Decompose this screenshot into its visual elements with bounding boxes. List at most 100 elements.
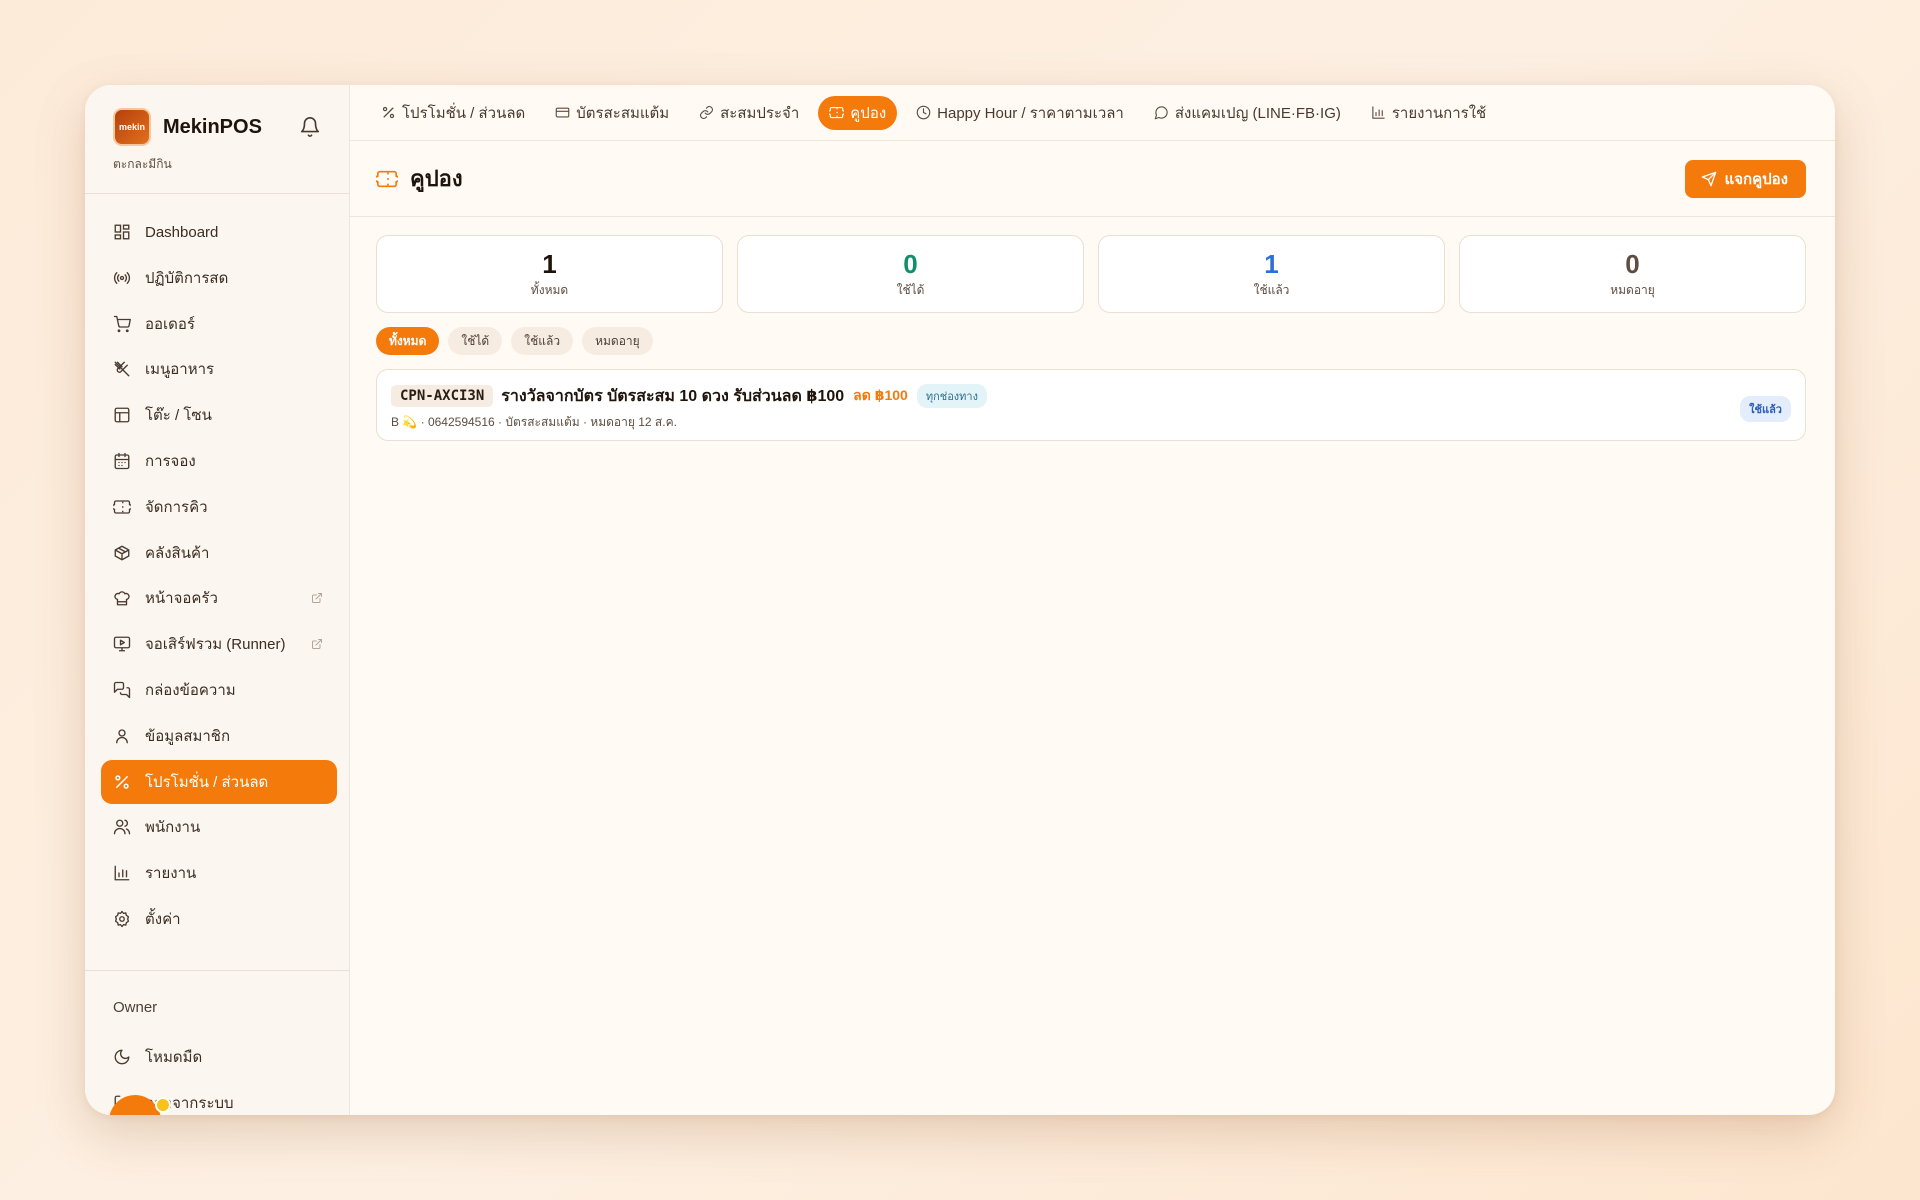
sidebar-item-reports[interactable]: รายงาน xyxy=(101,851,337,895)
tab-loyalty-cards[interactable]: บัตรสะสมแต้ม xyxy=(544,96,680,130)
sidebar-item-reservations[interactable]: การจอง xyxy=(101,439,337,483)
stat-card-expired: 0 หมดอายุ xyxy=(1459,235,1806,313)
stat-label: ทั้งหมด xyxy=(530,282,569,297)
sidebar-item-orders[interactable]: ออเดอร์ xyxy=(101,302,337,346)
sidebar-item-label: ออกจากระบบ xyxy=(145,1094,234,1112)
send-icon xyxy=(1701,171,1716,186)
bar-chart-icon xyxy=(114,865,130,881)
stat-label: หมดอายุ xyxy=(1610,282,1655,297)
tab-campaigns[interactable]: ส่งแคมเปญ (LINE·FB·IG) xyxy=(1143,96,1352,130)
sidebar-item-live-ops[interactable]: ปฏิบัติการสด xyxy=(101,256,337,300)
coupon-row[interactable]: CPN-AXCI3N รางวัลจากบัตร บัตรสะสม 10 ดวง… xyxy=(376,369,1806,441)
page-header: คูปอง แจกคูปอง xyxy=(350,141,1835,217)
issue-coupon-button[interactable]: แจกคูปอง xyxy=(1684,159,1806,198)
tab-regular-rewards[interactable]: สะสมประจำ xyxy=(688,96,810,130)
sidebar-item-label: โปรโมชั่น / ส่วนลด xyxy=(145,773,269,791)
stat-value: 0 xyxy=(1625,248,1640,279)
broadcast-icon xyxy=(113,271,131,284)
button-label: แจกคูปอง xyxy=(1724,170,1788,188)
sidebar-item-tables[interactable]: โต๊ะ / โซน xyxy=(101,393,337,437)
bar-chart-icon xyxy=(1372,106,1385,119)
card-icon xyxy=(555,107,570,118)
sidebar-item-label: กล่องข้อความ xyxy=(145,681,236,699)
sidebar-item-settings[interactable]: ตั้งค่า xyxy=(101,897,337,941)
stat-value: 0 xyxy=(903,248,918,279)
sidebar-item-label: โต๊ะ / โซน xyxy=(145,407,212,425)
sidebar-item-label: ปฏิบัติการสด xyxy=(145,269,229,287)
sidebar-item-queue[interactable]: จัดการคิว xyxy=(101,485,337,529)
tab-usage-report[interactable]: รายงานการใช้ xyxy=(1360,96,1497,130)
external-link-icon xyxy=(312,593,322,604)
ticket-icon xyxy=(829,106,845,119)
sidebar-item-label: Dashboard xyxy=(145,223,219,241)
status-badge: ใช้แล้ว xyxy=(1740,396,1791,422)
sidebar: mekin MekinPOS ตะกละมีกิน Dashboard ปฏิบ… xyxy=(85,85,350,1115)
cart-icon xyxy=(113,315,131,332)
filter-expired[interactable]: หมดอายุ xyxy=(582,327,653,355)
coupon-content: 1 ทั้งหมด 0 ใช้ได้ 1 ใช้แล้ว 0 หมดอายุ ท… xyxy=(350,217,1835,441)
filter-used[interactable]: ใช้แล้ว xyxy=(511,327,574,355)
sidebar-item-menu[interactable]: เมนูอาหาร xyxy=(101,347,337,391)
percent-icon xyxy=(382,106,395,119)
brand: mekin MekinPOS xyxy=(85,85,349,149)
ticket-icon xyxy=(113,500,131,514)
status-filters: ทั้งหมด ใช้ได้ ใช้แล้ว หมดอายุ xyxy=(376,327,1806,355)
channel-badge: ทุกช่องทาง xyxy=(916,384,987,408)
sidebar-item-staff[interactable]: พนักงาน xyxy=(101,805,337,849)
tab-label: บัตรสะสมแต้ม xyxy=(576,104,670,122)
brand-subtitle: ตะกละมีกิน xyxy=(113,157,172,171)
external-link-icon xyxy=(312,639,322,650)
tab-label: Happy Hour / ราคาตามเวลา xyxy=(937,104,1124,122)
sidebar-item-label: จอเสิร์ฟรวม (Runner) xyxy=(145,636,286,654)
sidebar-item-members[interactable]: ข้อมูลสมาชิก xyxy=(101,714,337,758)
tab-label: ส่งแคมเปญ (LINE·FB·IG) xyxy=(1174,104,1341,122)
brand-logo: mekin xyxy=(113,108,151,146)
sidebar-item-label: โหมดมืด xyxy=(145,1049,203,1066)
clock-icon xyxy=(916,105,931,120)
page-title: คูปอง xyxy=(410,166,463,191)
stat-value: 1 xyxy=(542,248,557,279)
sidebar-item-label: จัดการคิว xyxy=(145,498,208,516)
sidebar-item-label: การจอง xyxy=(145,452,196,470)
dark-mode-toggle[interactable]: โหมดมืด xyxy=(101,1035,337,1079)
sidebar-item-label: ออเดอร์ xyxy=(145,315,195,333)
main-content: โปรโมชั่น / ส่วนลด บัตรสะสมแต้ม สะสมประจ… xyxy=(350,85,1835,1115)
messages-icon xyxy=(113,681,131,699)
users-icon xyxy=(113,819,131,835)
tab-label: รายงานการใช้ xyxy=(1391,104,1487,122)
brand-name: MekinPOS xyxy=(163,115,262,138)
stat-card-used: 1 ใช้แล้ว xyxy=(1098,235,1445,313)
package-icon xyxy=(114,545,130,561)
sidebar-item-kitchen[interactable]: หน้าจอครัว xyxy=(101,576,337,620)
sidebar-item-dashboard[interactable]: Dashboard xyxy=(101,210,337,254)
ticket-icon xyxy=(376,170,398,187)
sidebar-item-inbox[interactable]: กล่องข้อความ xyxy=(101,668,337,712)
tab-coupons[interactable]: คูปอง xyxy=(818,95,898,130)
coupon-title: รางวัลจากบัตร บัตรสะสม 10 ดวง รับส่วนลด … xyxy=(501,387,845,405)
tab-label: โปรโมชั่น / ส่วนลด xyxy=(402,104,526,122)
sidebar-item-label: คลังสินค้า xyxy=(145,544,210,562)
chef-hat-icon xyxy=(114,591,130,606)
monitor-icon xyxy=(113,636,131,652)
stat-card-total: 1 ทั้งหมด xyxy=(376,235,723,313)
filter-all[interactable]: ทั้งหมด xyxy=(376,327,440,355)
promotion-tabs: โปรโมชั่น / ส่วนลด บัตรสะสมแต้ม สะสมประจ… xyxy=(350,85,1835,141)
stat-label: ใช้ได้ xyxy=(896,282,925,297)
table-icon xyxy=(114,407,130,423)
filter-available[interactable]: ใช้ได้ xyxy=(448,327,503,355)
calendar-icon xyxy=(114,452,130,470)
percent-icon xyxy=(115,774,129,789)
tab-happy-hour[interactable]: Happy Hour / ราคาตามเวลา xyxy=(905,96,1135,130)
coupon-discount: ลด ฿100 xyxy=(853,387,908,403)
sidebar-item-promotions[interactable]: โปรโมชั่น / ส่วนลด xyxy=(101,759,337,804)
sidebar-item-label: หน้าจอครัว xyxy=(145,590,218,608)
sidebar-item-label: พนักงาน xyxy=(145,819,201,837)
gear-icon xyxy=(114,910,130,928)
bell-icon[interactable] xyxy=(299,116,321,138)
sidebar-item-runner[interactable]: จอเสิร์ฟรวม (Runner) xyxy=(101,622,337,666)
sidebar-item-inventory[interactable]: คลังสินค้า xyxy=(101,531,337,575)
stat-card-available: 0 ใช้ได้ xyxy=(737,235,1084,313)
notification-dot xyxy=(155,1097,171,1113)
sidebar-bottom: Owner โหมดมืด ออกจากระบบ xyxy=(85,970,349,1115)
tab-promotions[interactable]: โปรโมชั่น / ส่วนลด xyxy=(370,96,536,130)
